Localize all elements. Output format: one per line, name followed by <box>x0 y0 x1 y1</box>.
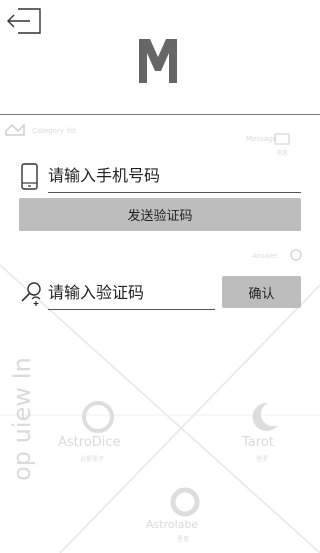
user-search-icon <box>20 281 44 307</box>
verification-code-input[interactable] <box>48 278 215 310</box>
phone-icon <box>20 163 40 191</box>
bg-tarot-label: Tarot <box>242 435 274 450</box>
bg-astrolabe-label: Astrolabe <box>146 518 199 531</box>
send-code-button[interactable]: 发送验证码 <box>19 198 301 231</box>
phone-row <box>20 160 301 193</box>
bg-astrolabe-sub: 星盘 <box>177 536 190 543</box>
app-logo <box>137 37 179 83</box>
phone-number-input[interactable] <box>48 160 301 193</box>
bg-vertical-text: op uiew In <box>7 357 36 481</box>
header <box>0 0 320 114</box>
bg-message-label: Message <box>246 135 277 143</box>
bg-astrodice-sub: 占星骰子 <box>80 456 105 463</box>
bg-answer-label: Answer <box>252 252 278 260</box>
confirm-button[interactable]: 确认 <box>222 276 301 308</box>
bg-astrodice-label: AstroDice <box>58 435 121 450</box>
code-row <box>20 278 215 310</box>
bg-tarot-sub: 塔罗 <box>256 456 269 463</box>
bg-message-sub: 消息 <box>276 150 289 157</box>
bg-category-label: Category list <box>32 127 77 135</box>
logout-arrow-icon[interactable] <box>6 7 42 35</box>
